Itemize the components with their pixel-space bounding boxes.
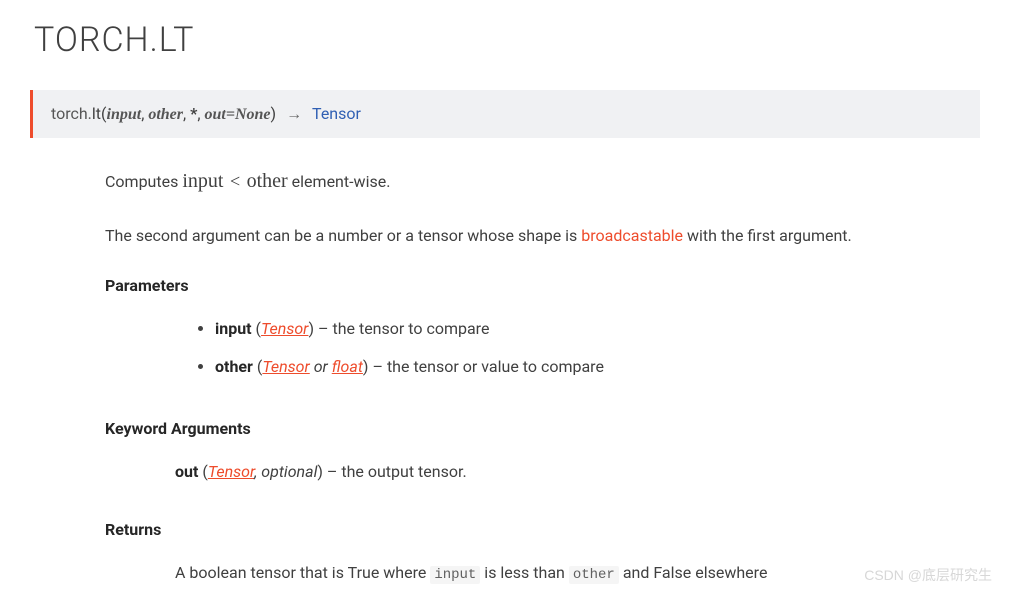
paren: ) – bbox=[363, 357, 387, 376]
sig-sep: , bbox=[197, 104, 204, 123]
content-block: Computes input < other element-wise. The… bbox=[30, 166, 980, 586]
paren: ( bbox=[253, 357, 262, 376]
param-item-other: other (Tensor or float) – the tensor or … bbox=[215, 355, 980, 379]
desc-text: element-wise. bbox=[288, 172, 391, 191]
parameters-list: input (Tensor) – the tensor to compare o… bbox=[105, 317, 980, 379]
param-desc: the tensor to compare bbox=[332, 319, 489, 338]
param-desc: the tensor or value to compare bbox=[387, 357, 604, 376]
code-other: other bbox=[569, 566, 619, 584]
desc-text: Computes bbox=[105, 172, 182, 191]
sig-paren-close: ) bbox=[271, 104, 277, 123]
optional-label: optional bbox=[261, 462, 317, 481]
sig-module: torch. bbox=[51, 104, 92, 123]
paren: ( bbox=[252, 319, 261, 338]
sig-kw-out: out bbox=[205, 106, 226, 123]
broadcast-note: The second argument can be a number or a… bbox=[105, 224, 980, 248]
param-item-input: input (Tensor) – the tensor to compare bbox=[215, 317, 980, 341]
tensor-type-link[interactable]: Tensor bbox=[208, 462, 254, 481]
math-lt: < bbox=[225, 171, 244, 191]
param-name: other bbox=[215, 357, 253, 376]
returns-text: and False elsewhere bbox=[619, 563, 768, 582]
kwargs-heading: Keyword Arguments bbox=[105, 419, 980, 438]
tensor-type-link[interactable]: Tensor bbox=[261, 319, 308, 338]
math-input: input bbox=[182, 170, 223, 192]
returns-desc: A boolean tensor that is True where inpu… bbox=[105, 561, 980, 586]
broadcastable-link[interactable]: broadcastable bbox=[581, 226, 683, 245]
sig-arrow: → bbox=[282, 104, 306, 123]
sig-param-input: input bbox=[107, 106, 142, 123]
paren: ) – bbox=[317, 462, 341, 481]
parameters-heading: Parameters bbox=[105, 276, 980, 295]
sig-kw-eq: = bbox=[226, 106, 235, 123]
returns-text: A boolean tensor that is True where bbox=[175, 563, 430, 582]
kwarg-out: out (Tensor, optional) – the output tens… bbox=[105, 460, 980, 484]
param-name: input bbox=[215, 319, 252, 338]
paren: ) – bbox=[308, 319, 332, 338]
page-title: TORCH.LT bbox=[34, 20, 980, 60]
math-other: other bbox=[247, 170, 288, 192]
desc-text: The second argument can be a number or a… bbox=[105, 226, 581, 245]
param-name: out bbox=[175, 462, 198, 481]
or-sep: or bbox=[310, 357, 332, 376]
returns-text: is less than bbox=[480, 563, 569, 582]
code-input: input bbox=[430, 566, 480, 584]
tensor-type-link[interactable]: Tensor bbox=[262, 357, 309, 376]
short-description: Computes input < other element-wise. bbox=[105, 166, 980, 196]
sig-param-other: other bbox=[148, 106, 183, 123]
sig-kw-default: None bbox=[235, 106, 271, 123]
paren: ( bbox=[198, 462, 207, 481]
desc-text: with the first argument. bbox=[683, 226, 852, 245]
return-type-link[interactable]: Tensor bbox=[312, 104, 361, 123]
returns-heading: Returns bbox=[105, 520, 980, 539]
kwarg-desc: the output tensor. bbox=[341, 462, 466, 481]
float-type-link[interactable]: float bbox=[332, 357, 363, 376]
sig-func: lt bbox=[92, 104, 101, 123]
function-signature: torch.lt(input, other, *, out=None) → Te… bbox=[30, 90, 980, 138]
